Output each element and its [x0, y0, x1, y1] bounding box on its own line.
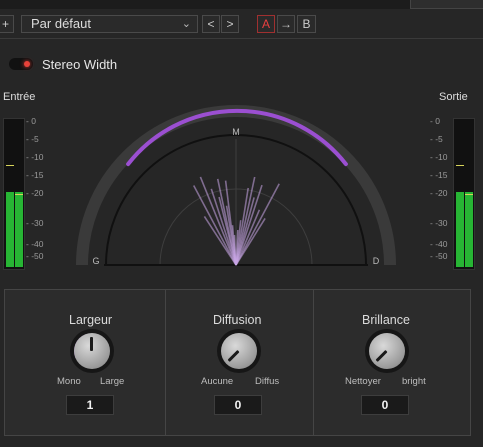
brillance-min-label: Nettoyer — [345, 376, 381, 387]
brillance-max-label: bright — [402, 376, 426, 387]
diffusion-knob-indicator — [227, 349, 240, 362]
diffusion-knob[interactable] — [221, 333, 257, 369]
largeur-min-label: Mono — [57, 376, 81, 387]
diffusion-value[interactable]: 0 — [214, 395, 262, 415]
brillance-knob[interactable] — [369, 333, 405, 369]
diffusion-title: Diffusion — [213, 313, 262, 327]
brillance-knob-indicator — [375, 349, 388, 362]
scope-mid-label: M — [232, 127, 240, 137]
largeur-max-label: Large — [100, 376, 125, 387]
brillance-title: Brillance — [362, 313, 410, 327]
scope-right-label: D — [373, 256, 380, 266]
diffusion-min-label: Aucune — [201, 376, 234, 387]
largeur-knob-indicator — [90, 337, 93, 351]
brillance-value[interactable]: 0 — [361, 395, 409, 415]
largeur-value[interactable]: 1 — [66, 395, 114, 415]
diffusion-max-label: Diffus — [255, 376, 280, 387]
largeur-title: Largeur — [69, 313, 113, 327]
largeur-knob[interactable] — [74, 333, 110, 369]
scope-left-label: G — [92, 256, 99, 266]
